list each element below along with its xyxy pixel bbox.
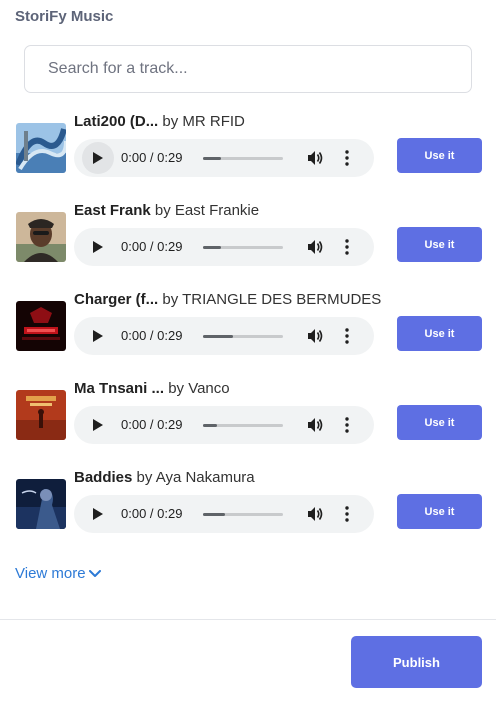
audio-player: 0:00 / 0:29 — [74, 317, 374, 355]
track-name: Ma Tnsani ... — [74, 380, 165, 397]
volume-icon[interactable] — [307, 239, 323, 255]
track-title: Baddies by Aya Nakamura — [74, 469, 255, 486]
audio-player: 0:00 / 0:29 — [74, 139, 374, 177]
publish-button[interactable]: Publish — [351, 636, 482, 688]
play-icon — [93, 508, 103, 520]
progress-fill — [203, 335, 234, 338]
track-name: Baddies — [74, 469, 133, 486]
progress-fill — [203, 246, 221, 249]
use-it-button[interactable]: Use it — [397, 316, 482, 351]
track-artist: by East Frankie — [154, 202, 260, 219]
progress-fill — [203, 157, 221, 160]
audio-player: 0:00 / 0:29 — [74, 228, 374, 266]
track-artist: by MR RFID — [162, 113, 245, 130]
track-title: East Frank by East Frankie — [74, 202, 259, 219]
more-options-icon[interactable] — [345, 239, 349, 255]
volume-icon[interactable] — [307, 506, 323, 522]
progress-slider[interactable] — [203, 157, 283, 160]
progress-fill — [203, 513, 226, 516]
more-options-icon[interactable] — [345, 150, 349, 166]
track-row: Ma Tnsani ... by Vanco 0:00 / 0:29 Use i… — [0, 380, 496, 469]
use-it-button[interactable]: Use it — [397, 138, 482, 173]
play-button[interactable] — [82, 498, 114, 530]
time-display: 0:00 / 0:29 — [121, 417, 183, 432]
audio-player: 0:00 / 0:29 — [74, 495, 374, 533]
play-button[interactable] — [82, 320, 114, 352]
play-button[interactable] — [82, 409, 114, 441]
view-more-link[interactable]: View more — [15, 565, 101, 582]
more-options-icon[interactable] — [345, 417, 349, 433]
track-row: Charger (f... by TRIANGLE DES BERMUDES 0… — [0, 291, 496, 380]
portrait-cover-icon — [16, 212, 66, 262]
track-artist: by TRIANGLE DES BERMUDES — [162, 291, 382, 308]
time-display: 0:00 / 0:29 — [121, 239, 183, 254]
track-artist: by Aya Nakamura — [136, 469, 255, 486]
track-title: Ma Tnsani ... by Vanco — [74, 380, 230, 397]
play-icon — [93, 330, 103, 342]
view-more-label: View more — [15, 565, 86, 582]
track-artist: by Vanco — [168, 380, 230, 397]
time-display: 0:00 / 0:29 — [121, 150, 183, 165]
red-logo-cover-icon — [16, 301, 66, 351]
use-it-button[interactable]: Use it — [397, 494, 482, 529]
footer-divider — [0, 619, 496, 620]
progress-fill — [203, 424, 218, 427]
search-box[interactable] — [24, 45, 472, 93]
track-title: Charger (f... by TRIANGLE DES BERMUDES — [74, 291, 381, 308]
time-display: 0:00 / 0:29 — [121, 506, 183, 521]
play-button[interactable] — [82, 142, 114, 174]
app: StoriFy Music Lati200 (D... by MR RFID — [0, 0, 496, 702]
progress-slider[interactable] — [203, 335, 283, 338]
use-it-button[interactable]: Use it — [397, 227, 482, 262]
volume-icon[interactable] — [307, 417, 323, 433]
chevron-down-icon — [88, 570, 101, 578]
volume-icon[interactable] — [307, 150, 323, 166]
volume-icon[interactable] — [307, 328, 323, 344]
progress-slider[interactable] — [203, 246, 283, 249]
track-name: East Frank — [74, 202, 151, 219]
app-title: StoriFy Music — [15, 8, 114, 25]
play-button[interactable] — [82, 231, 114, 263]
night-portrait-cover-icon — [16, 479, 66, 529]
track-title: Lati200 (D... by MR RFID — [74, 113, 245, 130]
track-name: Lati200 (D... — [74, 113, 159, 130]
track-name: Charger (f... — [74, 291, 159, 308]
play-icon — [93, 241, 103, 253]
search-input[interactable] — [25, 46, 471, 92]
progress-slider[interactable] — [203, 513, 283, 516]
track-row: Lati200 (D... by MR RFID 0:00 / 0:29 Use… — [0, 113, 496, 202]
audio-player: 0:00 / 0:29 — [74, 406, 374, 444]
desert-figure-cover-icon — [16, 390, 66, 440]
track-row: Baddies by Aya Nakamura 0:00 / 0:29 Use … — [0, 469, 496, 558]
play-icon — [93, 419, 103, 431]
more-options-icon[interactable] — [345, 506, 349, 522]
use-it-button[interactable]: Use it — [397, 405, 482, 440]
track-list: Lati200 (D... by MR RFID 0:00 / 0:29 Use… — [0, 113, 496, 558]
more-options-icon[interactable] — [345, 328, 349, 344]
play-icon — [93, 152, 103, 164]
progress-slider[interactable] — [203, 424, 283, 427]
time-display: 0:00 / 0:29 — [121, 328, 183, 343]
water-slide-cover-icon — [16, 123, 66, 173]
track-row: East Frank by East Frankie 0:00 / 0:29 U… — [0, 202, 496, 291]
